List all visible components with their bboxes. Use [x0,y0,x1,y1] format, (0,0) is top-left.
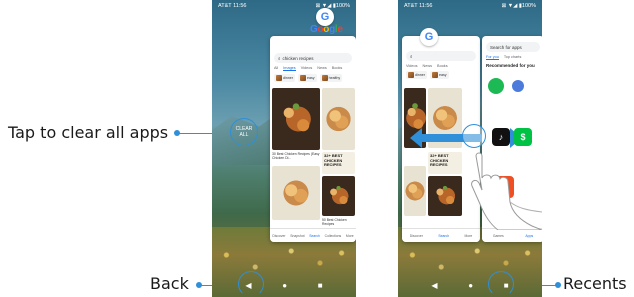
tab-top-charts[interactable]: Top charts [504,55,522,60]
nav-more[interactable]: More [465,234,473,238]
cash-app-icon[interactable]: $ [514,128,532,146]
chip-label: easy [307,76,315,80]
tab-videos[interactable]: Videos [301,66,313,71]
play-search-placeholder: Search for apps [490,44,522,50]
swipe-arrow-left-icon [410,128,422,148]
leader-dot-recents [555,282,561,288]
chip-thumb-icon [321,75,328,81]
result-caption-1: 30 Best Chicken Recipes (Easy Chicken Di… [272,152,320,161]
search-box[interactable]: ⌕ chicken recipes [274,53,352,63]
promo-card[interactable]: 32+ BEST CHICKEN RECIPES [428,152,462,174]
nav-discover[interactable]: Discover [272,234,285,238]
chip-easy[interactable]: easy [430,71,449,79]
callout-clear-all: Tap to clear all apps [8,123,169,142]
google-app-icon: G [316,8,334,26]
right-phone-screen: AT&T 11:56 ⊠ ▼◢ ▮100% ⌕ Videos News Book… [398,0,542,297]
left-phone-screen: AT&T 11:56 ⊠ ▼◢ ▮100% CLEAR ALL ⌕ chicke… [212,0,356,297]
nav-apps[interactable]: Apps [525,234,533,238]
search-icon: ⌕ [410,53,413,59]
nav-discover[interactable]: Discover [410,234,423,238]
chip-label: dinner [283,76,293,80]
search-icon: ⌕ [278,55,281,61]
back-button[interactable]: ◀ [431,281,437,290]
back-highlight-ring [238,271,264,297]
home-button[interactable]: ● [282,281,287,290]
clear-all-label: CLEAR ALL [235,126,253,138]
chip-healthy[interactable]: healthy [319,74,343,82]
nav-collections[interactable]: Collections [325,234,342,238]
search-query: chicken recipes [282,55,314,61]
tab-news[interactable]: News [317,66,327,71]
chip-thumb-icon [408,72,414,78]
chip-thumb-icon [276,75,282,81]
recommended-title: Recommended for you [486,63,535,68]
google-app-icon: G [420,28,438,46]
carrier-time: AT&T 11:56 [404,3,433,9]
chip-thumb-icon [300,75,306,81]
chip-dinner[interactable]: dinner [274,74,295,82]
result-image-2[interactable] [322,88,355,150]
status-bar: AT&T 11:56 ⊠ ▼◢ ▮100% [398,0,542,12]
chip-dinner[interactable]: dinner [406,71,427,79]
play-search-box[interactable]: Search for apps [486,42,540,52]
nav-games[interactable]: Games [493,234,504,238]
result-image-1[interactable] [272,88,320,150]
card-header [270,36,356,50]
leader-dot-back [196,282,202,288]
chip-thumb-icon [432,72,438,78]
nav-bar: ◀ ● ■ [398,273,542,297]
filter-chips: dinner easy [402,68,480,82]
result-image-3[interactable] [272,166,320,220]
callout-recents: Recents [563,274,627,293]
nav-snapshot[interactable]: Snapshot [290,234,304,238]
leader-dot-clear-all [174,130,180,136]
tab-news[interactable]: News [423,64,433,68]
chip-easy[interactable]: easy [298,74,317,82]
tab-books[interactable]: Books [332,66,343,71]
recents-button[interactable]: ■ [318,281,323,290]
spotify-icon[interactable] [488,78,504,94]
google-app-card[interactable]: ⌕ chicken recipes All Images Videos News… [270,36,356,242]
card-header [402,36,480,48]
search-box[interactable]: ⌕ [406,51,476,61]
chip-label: dinner [415,73,425,77]
play-bottom-nav: Games Apps [482,228,542,242]
chip-label: healthy [328,76,341,80]
chip-label: easy [439,73,447,77]
tab-for-you[interactable]: For you [486,55,499,60]
nav-bar: ◀ ● ■ [212,273,356,297]
result-image-4[interactable] [322,176,355,216]
status-bar: AT&T 11:56 ⊠ ▼◢ ▮100% [212,0,356,12]
result-image-3[interactable] [404,166,426,216]
filter-chips: dinner easy healthy [270,71,356,85]
tiktok-icon[interactable]: ♪ [492,128,510,146]
carrier-time: AT&T 11:56 [218,3,247,9]
tab-books[interactable]: Books [437,64,448,68]
recents-highlight-ring [488,271,514,297]
status-indicators: ⊠ ▼◢ ▮100% [501,3,536,9]
promo-card[interactable]: 32+ BEST CHICKEN RECIPES [322,152,355,174]
app-icon[interactable] [512,80,524,92]
touch-point-ring [462,124,486,148]
tab-videos[interactable]: Videos [406,64,418,68]
clear-all-button[interactable]: CLEAR ALL [230,118,258,146]
bottom-nav: Discover Search More [402,228,480,242]
callout-back: Back [150,274,189,293]
tab-images[interactable]: Images [283,66,296,71]
nav-search[interactable]: Search [438,234,449,238]
tab-all[interactable]: All [274,66,278,71]
nav-more[interactable]: More [346,234,354,238]
bottom-nav: Discover Snapshot Search Collections Mor… [270,228,356,242]
nav-search[interactable]: Search [309,234,320,238]
home-button[interactable]: ● [468,281,473,290]
hand-gesture-icon [471,152,542,230]
result-caption-2: 50 Best Chicken Recipes [322,218,347,227]
result-image-4[interactable] [428,176,462,216]
